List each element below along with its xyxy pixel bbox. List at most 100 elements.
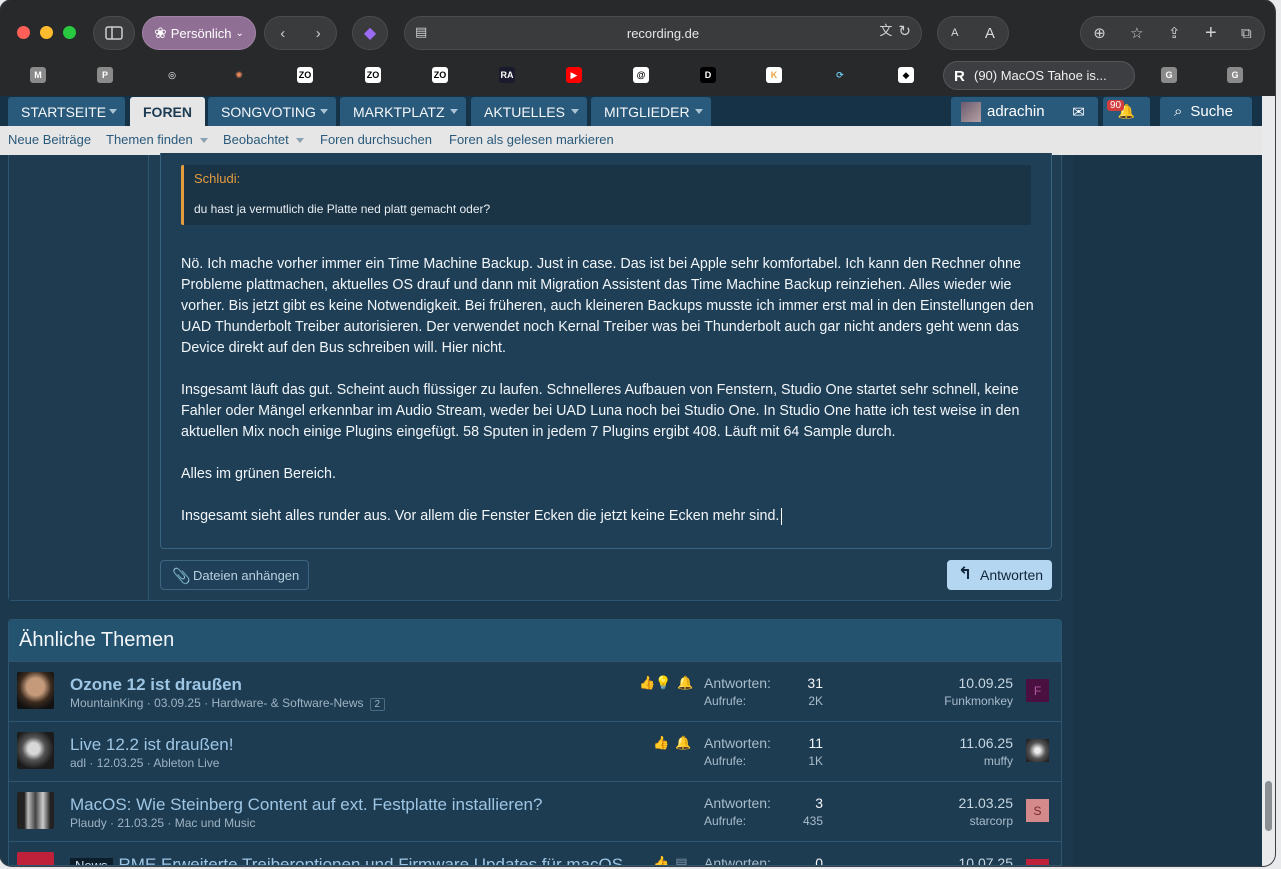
last-post-date[interactable]: 11.06.25	[909, 735, 1013, 751]
forward-button[interactable]: ›	[316, 26, 321, 41]
thread-forum[interactable]: Mac und Music	[175, 816, 256, 830]
last-poster-avatar[interactable]: F	[1026, 679, 1049, 702]
bookmark-icon[interactable]: G	[1161, 67, 1177, 83]
close-window-button[interactable]	[17, 26, 30, 39]
star-icon[interactable]: ☆	[1130, 26, 1143, 41]
last-poster-avatar[interactable]	[1026, 739, 1049, 762]
search-button[interactable]: ⌕ Suche	[1160, 97, 1252, 126]
new-tab-icon[interactable]: +	[1205, 23, 1217, 43]
avatar[interactable]	[17, 672, 54, 709]
scroll-thumb[interactable]	[1265, 781, 1272, 831]
thread-forum[interactable]: Hardware- & Software-News	[211, 696, 363, 710]
thread-row[interactable]: MacOS: Wie Steinberg Content auf ext. Fe…	[9, 781, 1061, 841]
attach-files-button[interactable]: 📎 Dateien anhängen	[160, 560, 309, 590]
page-count[interactable]: 2	[369, 698, 386, 711]
subnav-watched[interactable]: Beobachtet	[223, 132, 304, 147]
thread-author[interactable]: MountainKing	[70, 696, 143, 710]
subnav-new-posts[interactable]: Neue Beiträge	[8, 132, 91, 147]
inbox-button[interactable]: ✉	[1059, 97, 1098, 126]
tab-startseite[interactable]: STARTSEITE	[8, 97, 125, 126]
minimize-window-button[interactable]	[40, 26, 53, 39]
last-poster-avatar[interactable]: S	[1026, 799, 1049, 822]
tab-marktplatz[interactable]: MARKTPLATZ	[340, 97, 466, 126]
last-post-user[interactable]: muffy	[909, 754, 1013, 768]
thread-forum[interactable]: Ableton Live	[153, 756, 219, 770]
zoom-window-button[interactable]	[63, 26, 76, 39]
last-post-date[interactable]: 21.03.25	[909, 795, 1014, 811]
reply-editor[interactable]: Schludi: du hast ja vermutlich die Platt…	[160, 153, 1052, 549]
reply-button[interactable]: ↰ Antworten	[947, 560, 1052, 590]
avatar[interactable]	[17, 852, 54, 865]
tab-mitglieder[interactable]: MITGLIEDER	[591, 97, 711, 126]
thread-author[interactable]: Plaudy	[70, 816, 107, 830]
address-bar[interactable]: ▤ recording.de 文 ↻	[404, 16, 922, 50]
translate-icon[interactable]: 文	[879, 24, 892, 39]
thread-row[interactable]: News RME Erweiterte Treiberoptionen und F…	[9, 841, 1061, 865]
tab-aktuelles[interactable]: AKTUELLES	[471, 97, 587, 126]
thread-title[interactable]: RME Erweiterte Treiberoptionen und Firmw…	[119, 855, 624, 865]
thread-title[interactable]: MacOS: Wie Steinberg Content auf ext. Fe…	[70, 795, 542, 815]
chevron-down-icon[interactable]	[295, 138, 304, 144]
bookmark-icon[interactable]: ◆	[898, 67, 914, 83]
chevron-down-icon[interactable]	[320, 109, 328, 114]
avatar[interactable]	[17, 792, 54, 829]
download-icon[interactable]: ⊕	[1093, 26, 1106, 41]
bookmark-icon[interactable]: ZO	[432, 67, 448, 83]
bookmark-icon[interactable]: P	[97, 67, 113, 83]
text-smaller-button[interactable]: A	[951, 27, 958, 39]
subnav-find-threads[interactable]: Themen finden	[106, 132, 208, 147]
last-post-user[interactable]: starcorp	[909, 814, 1013, 828]
chevron-down-icon[interactable]	[109, 109, 117, 114]
tab-overview-icon[interactable]: ⧉	[1241, 26, 1252, 41]
thread-title[interactable]: Live 12.2 ist draußen!	[70, 735, 233, 755]
bookmark-icon[interactable]: ⟳	[832, 67, 848, 83]
bookmark-icon[interactable]: ZO	[365, 67, 381, 83]
bookmark-icon[interactable]: ✺	[231, 67, 247, 83]
last-post-user[interactable]: Funkmonkey	[909, 694, 1013, 708]
views-count: 2K	[808, 694, 823, 708]
profile-switcher[interactable]: ❀ Persönlich ⌄	[142, 16, 256, 50]
bookmark-icon[interactable]: ◎	[164, 67, 180, 83]
quote-author[interactable]: Schludi:	[194, 171, 240, 186]
bookmark-icon[interactable]: G	[1227, 67, 1243, 83]
chevron-down-icon[interactable]	[450, 109, 458, 114]
search-label: Suche	[1190, 103, 1233, 120]
tab-foren[interactable]: FOREN	[130, 97, 205, 126]
subnav-mark-read[interactable]: Foren als gelesen markieren	[449, 132, 614, 147]
chevron-down-icon[interactable]	[571, 109, 579, 114]
avatar	[961, 101, 981, 122]
avatar[interactable]	[17, 732, 54, 769]
thread-title[interactable]: Ozone 12 ist draußen	[70, 675, 242, 695]
replies-count: 31	[807, 675, 823, 691]
bookmark-icon[interactable]: @	[633, 67, 649, 83]
chevron-down-icon[interactable]	[199, 138, 208, 144]
bookmark-icon[interactable]: K	[766, 67, 782, 83]
tab-label: SONGVOTING	[221, 103, 316, 120]
bookmark-icon[interactable]: D	[700, 67, 716, 83]
tab-songvoting[interactable]: SONGVOTING	[208, 97, 336, 126]
thread-title-wrap[interactable]: News RME Erweiterte Treiberoptionen und F…	[70, 855, 624, 865]
last-poster-avatar[interactable]	[1026, 859, 1049, 865]
thread-row[interactable]: Ozone 12 ist draußen MountainKing · 03.0…	[9, 661, 1061, 721]
text-larger-button[interactable]: A	[985, 25, 995, 42]
share-icon[interactable]: ⇪	[1168, 26, 1181, 41]
page-settings-icon[interactable]: ▤	[415, 25, 427, 38]
active-tab[interactable]: R (90) MacOS Tahoe is...	[943, 61, 1135, 90]
last-post-date[interactable]: 10.09.25	[909, 675, 1014, 691]
thread-row[interactable]: Live 12.2 ist draußen! adl · 12.03.25 · …	[9, 721, 1061, 781]
reload-icon[interactable]: ↻	[898, 24, 911, 39]
bookmark-icon[interactable]: RA	[499, 67, 515, 83]
bookmark-icon[interactable]: M	[30, 67, 46, 83]
alerts-button[interactable]: 🔔 90	[1103, 97, 1150, 126]
bookmark-icon[interactable]: ▶	[566, 67, 582, 83]
last-post-date[interactable]: 10.07.25	[909, 855, 1014, 865]
thread-author[interactable]: adl	[70, 756, 86, 770]
extension-button[interactable]: ◆	[352, 16, 388, 50]
news-tag[interactable]: News	[70, 858, 113, 865]
chevron-down-icon[interactable]	[695, 109, 703, 114]
back-button[interactable]: ‹	[280, 26, 285, 41]
subnav-search-forums[interactable]: Foren durchsuchen	[320, 132, 432, 147]
sidebar-toggle-button[interactable]	[93, 16, 135, 50]
bookmark-icon[interactable]: ZO	[297, 67, 313, 83]
page-scrollbar[interactable]	[1262, 96, 1275, 866]
